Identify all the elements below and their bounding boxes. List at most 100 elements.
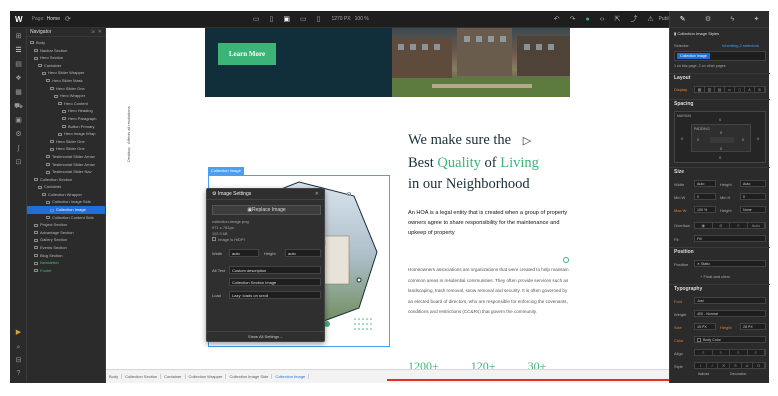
lightning-icon[interactable]: ✦	[753, 15, 759, 23]
font-select[interactable]: Jost	[694, 297, 766, 304]
design-canvas[interactable]: Learn More Collection Image ⚙ Image Sett…	[137, 28, 669, 369]
navigator-item[interactable]: Advantage Section	[27, 229, 105, 237]
share-icon[interactable]: ⤴	[625, 14, 642, 24]
components-icon[interactable]: ❖	[14, 74, 23, 83]
navigator-icon[interactable]: ☰	[14, 46, 23, 55]
settings-gear-icon[interactable]: ⚙	[705, 15, 711, 23]
navigator-item[interactable]: Footer	[27, 267, 105, 275]
min-height-input[interactable]: 0	[740, 193, 766, 200]
navigator-item[interactable]: Testimonial Slider Nav	[27, 168, 105, 176]
close-icon[interactable]: ✕	[315, 191, 319, 197]
margin-bottom[interactable]: 0	[719, 155, 721, 160]
play-icon[interactable]: ▷	[523, 135, 531, 147]
text-align-toggle[interactable]: ≡ ≡ ≡ ≡	[694, 349, 766, 356]
audit-icon[interactable]: ⚠	[642, 15, 658, 23]
size-section-header[interactable]: Size	[670, 167, 770, 176]
breadcrumb-item[interactable]: Container	[161, 374, 186, 379]
inheriting-link[interactable]: Inheriting 2 selectors	[722, 43, 759, 48]
navigator-item[interactable]: Hero Paragraph	[27, 115, 105, 123]
navigator-item[interactable]: Hero Heading	[27, 107, 105, 115]
display-toggle[interactable]: ▦ ▥ ▤ ▭ ▯ A ⊘	[694, 86, 766, 93]
navigator-item[interactable]: Hero Wrapper	[27, 92, 105, 100]
margin-left[interactable]: 0	[681, 136, 683, 141]
overflow-toggle[interactable]: ◉ ⊘ ≡ Auto	[694, 222, 766, 229]
breadcrumb-item[interactable]: Body	[106, 374, 123, 379]
export-icon[interactable]: ⇱	[609, 15, 625, 23]
padding-right[interactable]: 0	[742, 137, 744, 142]
breadcrumb-item[interactable]: Collection Wrapper	[186, 374, 227, 379]
navigator-item[interactable]: Newsletter	[27, 259, 105, 267]
navigator-item[interactable]: Collection Section	[27, 176, 105, 184]
tablet-breakpoint-icon[interactable]: ▯	[264, 15, 278, 23]
min-width-input[interactable]: 0	[694, 193, 716, 200]
navigator-item[interactable]: Container	[27, 62, 105, 70]
help-icon[interactable]: ?	[14, 369, 23, 378]
navigator-item[interactable]: Hero Content	[27, 100, 105, 108]
learn-more-button[interactable]: Learn More	[218, 43, 276, 65]
undo-icon[interactable]: ↶	[549, 15, 565, 23]
float-and-clear-toggle[interactable]: + Float and clear	[700, 274, 730, 279]
load-select[interactable]: Lazy: loads on scroll	[229, 291, 321, 299]
max-height-input[interactable]: None	[740, 206, 766, 213]
position-section-header[interactable]: Position	[670, 247, 770, 256]
style-brush-icon[interactable]: ✎	[680, 15, 686, 23]
search-icon[interactable]: ⌕	[14, 343, 23, 352]
margin-right[interactable]: 0	[757, 136, 759, 141]
video-icon[interactable]: ▶	[14, 328, 23, 337]
navigator-item[interactable]: Hero Slider One	[27, 85, 105, 93]
navigator-item[interactable]: Collection Content Side	[27, 214, 105, 222]
settings-icon[interactable]: ⚙	[14, 130, 23, 139]
breadcrumb-item[interactable]: Collection Image Side	[226, 374, 273, 379]
navigator-item[interactable]: Testimonial Slider Arrow	[27, 161, 105, 169]
padding-box[interactable]: PADDING 0 0 0 0	[691, 124, 751, 152]
color-picker[interactable]: Body Color	[694, 336, 766, 343]
navigator-item[interactable]: Collection Image Side	[27, 198, 105, 206]
replace-image-button[interactable]: ▣ Replace Image	[212, 205, 321, 215]
layout-section-header[interactable]: Layout	[670, 73, 770, 82]
navigator-item[interactable]: Body	[27, 39, 105, 47]
assets-icon[interactable]: ▣	[14, 116, 23, 125]
grid-icon[interactable]: ⊟	[14, 356, 23, 365]
refresh-icon[interactable]: ⟳	[60, 15, 76, 23]
navigator-item[interactable]: Container	[27, 183, 105, 191]
navigator-item[interactable]: Hero Slider Mask	[27, 77, 105, 85]
navigator-item[interactable]: Testimonial Slider Arrow	[27, 153, 105, 161]
hidpi-checkbox[interactable]: Image is HiDPI	[212, 237, 245, 242]
navigator-item[interactable]: Hero Slider One	[27, 138, 105, 146]
alt-text-input[interactable]: Collection Section Image	[229, 278, 321, 286]
breadcrumb-item[interactable]: Collection Image	[272, 374, 310, 379]
weight-select[interactable]: 400 - Normal	[694, 310, 766, 317]
font-size-input[interactable]: 15 PX	[694, 323, 716, 330]
navigator-item[interactable]: Events Section	[27, 244, 105, 252]
spacing-section-header[interactable]: Spacing	[670, 99, 770, 108]
navigator-item[interactable]: Collection Image	[27, 206, 105, 214]
webflow-logo[interactable]: W	[10, 15, 28, 24]
cms-icon[interactable]: ▦	[14, 88, 23, 97]
padding-top[interactable]: 0	[720, 130, 722, 135]
width-field[interactable]: auto	[229, 249, 259, 257]
text-style-toggle[interactable]: I I ✕ S U O	[694, 362, 766, 369]
margin-top[interactable]: 0	[719, 117, 721, 122]
pages-icon[interactable]: ▤	[14, 60, 23, 69]
spacing-box[interactable]: MARGIN 0 PADDING 0 0 0 0 0 0 0	[674, 111, 766, 163]
close-icon[interactable]: ✕	[98, 29, 102, 35]
navigator-item[interactable]: Hero Slider Wrapper	[27, 69, 105, 77]
code-icon[interactable]: ‹›	[595, 16, 610, 23]
max-width-input[interactable]: 100 %	[694, 206, 716, 213]
add-elements-icon[interactable]: ⊞	[14, 32, 23, 41]
mobile-landscape-icon[interactable]: ▭	[295, 15, 312, 23]
line-height-input[interactable]: 28 PX	[740, 323, 766, 330]
selector-field[interactable]: Collection Image	[674, 51, 766, 61]
desktop-breakpoint-icon[interactable]: ▭	[248, 15, 265, 23]
position-select[interactable]: ✕ Static	[694, 260, 766, 267]
padding-left[interactable]: 0	[697, 137, 699, 142]
navigator-item[interactable]: Hero Slider One	[27, 145, 105, 153]
alt-text-mode-select[interactable]: Custom description	[229, 266, 321, 274]
fit-select[interactable]: Fill	[694, 235, 766, 242]
height-field[interactable]: auto	[285, 249, 321, 257]
pin-icon[interactable]: ⇲	[91, 29, 95, 35]
show-all-settings-button[interactable]: Show All Settings →	[207, 331, 324, 341]
navigator-item[interactable]: Button Primary	[27, 123, 105, 131]
navigator-item[interactable]: Collection Wrapper	[27, 191, 105, 199]
apps-icon[interactable]: ⊡	[14, 158, 23, 167]
